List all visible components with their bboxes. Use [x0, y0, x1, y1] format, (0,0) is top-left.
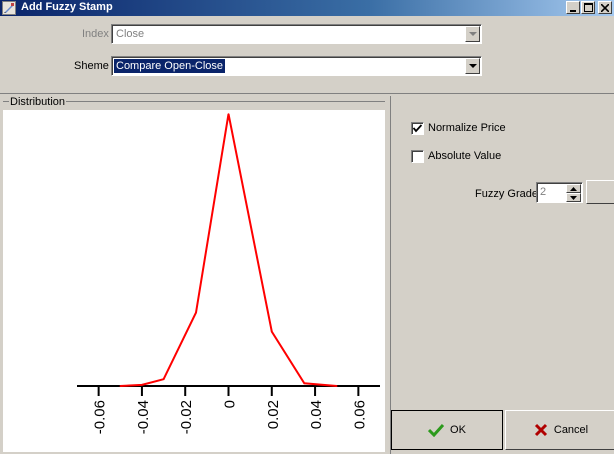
- absolute-value-label: Absolute Value: [428, 150, 502, 162]
- distribution-series-line: [120, 113, 337, 387]
- absolute-value-checkbox[interactable]: [411, 149, 424, 163]
- data-point: [119, 385, 122, 387]
- data-point: [162, 378, 165, 381]
- options-panel: Normalize Price Absolute Value Fuzzy Gra…: [390, 96, 614, 454]
- fuzzy-grade-label: Fuzzy Grade: [475, 188, 538, 200]
- spin-up-button[interactable]: [566, 184, 581, 193]
- checkmark-icon: [428, 423, 445, 437]
- arrow-down-icon: [570, 195, 577, 200]
- sheme-combo[interactable]: Compare Open-Close: [111, 56, 482, 76]
- normalize-price-checkbox[interactable]: [411, 121, 424, 135]
- ok-label: OK: [450, 424, 466, 436]
- cancel-button[interactable]: Cancel: [505, 410, 614, 450]
- maximize-button[interactable]: [581, 1, 595, 14]
- index-dropdown-button[interactable]: [465, 26, 480, 42]
- title-bar: Add Fuzzy Stamp: [0, 0, 614, 16]
- sheme-label: Sheme: [74, 60, 109, 72]
- window-title: Add Fuzzy Stamp: [21, 1, 113, 13]
- index-value: Close: [116, 28, 145, 40]
- close-icon: [601, 3, 609, 12]
- x-tick-label: 0.06: [351, 400, 368, 429]
- maximize-icon: [583, 3, 593, 12]
- stamp-icon: [2, 1, 16, 15]
- cross-icon: [534, 423, 548, 437]
- data-point: [335, 385, 338, 387]
- x-tick-label: 0.04: [308, 400, 325, 429]
- normalize-price-label: Normalize Price: [428, 122, 506, 134]
- fuzzy-grade-spinner[interactable]: 2: [536, 182, 583, 203]
- spin-down-button[interactable]: [566, 193, 581, 202]
- sheme-dropdown-button[interactable]: [465, 58, 480, 74]
- index-label: Index: [82, 28, 109, 40]
- data-point: [195, 311, 197, 314]
- minimize-icon: [570, 9, 576, 12]
- form-panel: Index Close Sheme Compare Open-Close: [0, 16, 614, 94]
- fuzzy-grade-value[interactable]: 2: [540, 186, 546, 198]
- absolute-value-option[interactable]: Absolute Value: [411, 149, 501, 163]
- normalize-price-option[interactable]: Normalize Price: [411, 121, 506, 135]
- distribution-label: Distribution: [9, 96, 67, 108]
- chevron-down-icon: [468, 63, 477, 68]
- x-tick-label: 0: [222, 400, 239, 408]
- data-point: [141, 384, 143, 386]
- x-tick-label: -0.04: [135, 400, 152, 434]
- index-combo[interactable]: Close: [111, 24, 482, 44]
- data-point: [303, 382, 306, 385]
- x-tick-label: -0.06: [92, 400, 109, 434]
- data-point: [270, 330, 273, 333]
- fuzzy-grade-extra-button[interactable]: [586, 180, 614, 204]
- data-point: [227, 113, 230, 115]
- x-tick-label: 0.02: [265, 400, 282, 429]
- x-tick-label: -0.02: [178, 400, 195, 434]
- distribution-group: Distribution -0.06 -0.04 -0.02 0 0.02 0.04 0.0…: [0, 96, 390, 454]
- sheme-value: Compare Open-Close: [114, 59, 225, 73]
- checkmark-icon: [413, 123, 422, 132]
- close-button[interactable]: [598, 1, 612, 14]
- chevron-down-icon: [468, 31, 477, 36]
- distribution-chart: -0.06 -0.04 -0.02 0 0.02 0.04 0.06: [3, 110, 385, 452]
- ok-button[interactable]: OK: [391, 410, 503, 450]
- cancel-label: Cancel: [553, 424, 589, 436]
- chart-canvas: -0.06 -0.04 -0.02 0 0.02 0.04 0.06: [77, 113, 380, 434]
- minimize-button[interactable]: [566, 1, 580, 14]
- arrow-up-icon: [570, 186, 577, 191]
